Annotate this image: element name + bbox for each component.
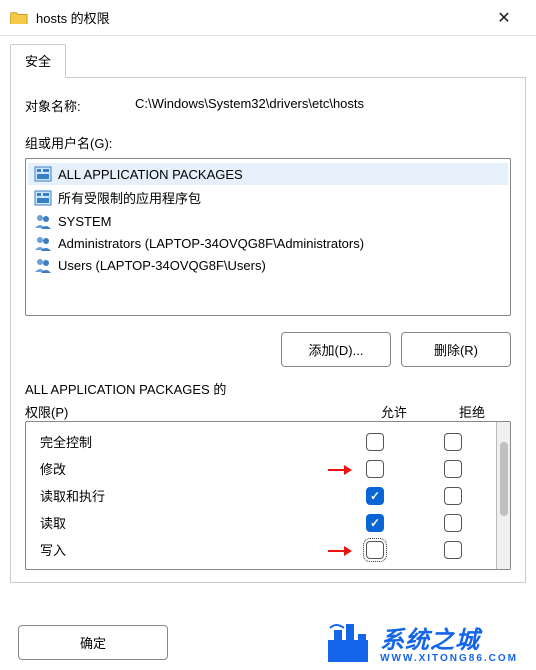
permission-row: 读取 xyxy=(30,509,492,536)
list-item-label: Users (LAPTOP-34OVQG8F\Users) xyxy=(58,258,266,273)
list-item-label: 所有受限制的应用程序包 xyxy=(58,188,201,207)
scrollbar-thumb[interactable] xyxy=(500,442,508,516)
user-list[interactable]: ALL APPLICATION PACKAGES 所有受限制的应用程序包 SYSTE… xyxy=(25,158,511,316)
window-title: hosts 的权限 xyxy=(36,8,482,27)
list-item[interactable]: SYSTEM xyxy=(28,210,508,232)
footer: 确定 系统之城 WWW.XITONG86.COM xyxy=(0,620,536,664)
tab-security[interactable]: 安全 xyxy=(10,44,66,78)
list-item[interactable]: ALL APPLICATION PACKAGES xyxy=(28,163,508,185)
deny-checkbox[interactable] xyxy=(444,433,462,451)
deny-header: 拒绝 xyxy=(433,402,511,421)
list-item-label: ALL APPLICATION PACKAGES xyxy=(58,167,243,182)
permission-name: 读取和执行 xyxy=(30,486,336,505)
permission-row: 读取和执行 xyxy=(30,482,492,509)
folder-icon xyxy=(10,10,28,26)
allow-header: 允许 xyxy=(355,402,433,421)
list-item[interactable]: Administrators (LAPTOP-34OVQG8F\Administ… xyxy=(28,232,508,254)
deny-checkbox[interactable] xyxy=(444,460,462,478)
permissions-heading: ALL APPLICATION PACKAGES 的 xyxy=(25,379,511,398)
list-item[interactable]: Users (LAPTOP-34OVQG8F\Users) xyxy=(28,254,508,276)
groups-label: 组或用户名(G): xyxy=(25,133,511,152)
allow-checkbox[interactable] xyxy=(366,487,384,505)
deny-checkbox[interactable] xyxy=(444,487,462,505)
user-buttons: 添加(D)... 删除(R) xyxy=(25,332,511,367)
allow-checkbox[interactable] xyxy=(366,433,384,451)
allow-checkbox[interactable] xyxy=(366,514,384,532)
list-item-label: Administrators (LAPTOP-34OVQG8F\Administ… xyxy=(58,236,364,251)
tab-strip: 安全 xyxy=(0,36,536,78)
security-panel: 对象名称: C:\Windows\System32\drivers\etc\ho… xyxy=(10,77,526,583)
permission-name: 读取 xyxy=(30,513,336,532)
object-label: 对象名称: xyxy=(25,96,135,115)
list-item-label: SYSTEM xyxy=(58,214,111,229)
close-button[interactable]: ✕ xyxy=(482,0,526,36)
tab-security-label: 安全 xyxy=(25,54,51,69)
close-icon: ✕ xyxy=(497,8,510,28)
allow-checkbox[interactable] xyxy=(366,460,384,478)
deny-checkbox[interactable] xyxy=(444,514,462,532)
watermark-text: 系统之城 xyxy=(380,620,518,655)
allow-checkbox[interactable] xyxy=(366,541,384,559)
users-icon xyxy=(34,235,52,251)
deny-checkbox[interactable] xyxy=(444,541,462,559)
package-icon xyxy=(34,190,52,206)
ok-button[interactable]: 确定 xyxy=(18,625,168,660)
watermark: 系统之城 WWW.XITONG86.COM xyxy=(326,620,518,664)
package-icon xyxy=(34,166,52,182)
add-button[interactable]: 添加(D)... xyxy=(281,332,391,367)
permissions-heading-2: 权限(P) xyxy=(25,402,355,421)
titlebar: hosts 的权限 ✕ xyxy=(0,0,536,36)
permission-name: 写入 xyxy=(30,540,336,559)
remove-button[interactable]: 删除(R) xyxy=(401,332,511,367)
users-icon xyxy=(34,257,52,273)
permission-name: 修改 xyxy=(30,459,336,478)
permission-row: 完全控制 xyxy=(30,428,492,455)
users-icon xyxy=(34,213,52,229)
permission-row: 写入 xyxy=(30,536,492,563)
permission-name: 完全控制 xyxy=(30,432,336,451)
scrollbar[interactable] xyxy=(496,422,510,569)
list-item[interactable]: 所有受限制的应用程序包 xyxy=(28,185,508,210)
watermark-subtext: WWW.XITONG86.COM xyxy=(380,653,518,664)
permission-row: 修改 xyxy=(30,455,492,482)
watermark-logo-icon xyxy=(326,620,372,664)
object-row: 对象名称: C:\Windows\System32\drivers\etc\ho… xyxy=(25,96,511,115)
object-path: C:\Windows\System32\drivers\etc\hosts xyxy=(135,96,511,115)
permissions-table: 完全控制修改读取和执行读取写入 xyxy=(25,421,511,570)
